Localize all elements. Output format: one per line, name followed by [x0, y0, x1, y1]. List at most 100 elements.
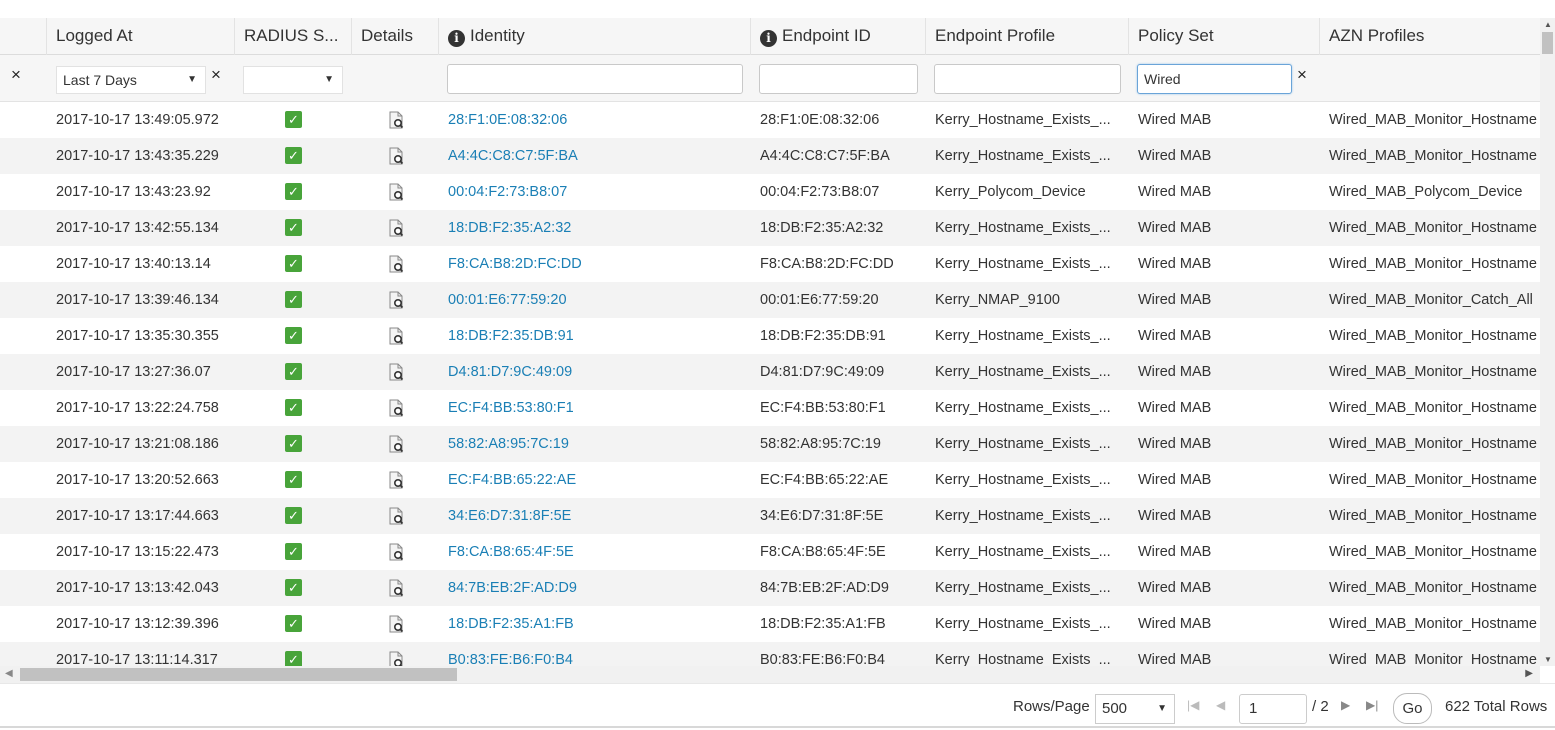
rows-per-page-select[interactable]: 500 ▼ [1095, 694, 1175, 724]
policy-set-filter-input[interactable]: Wired [1137, 64, 1292, 94]
identity-filter-input[interactable] [447, 64, 743, 94]
endpoint-profile-filter-input[interactable] [934, 64, 1121, 94]
cell-endpoint-profile: Kerry_Polycom_Device [935, 184, 1086, 200]
cell-endpoint-profile: Kerry_Hostname_Exists_... [935, 328, 1111, 344]
details-icon[interactable] [388, 579, 404, 597]
table-row[interactable]: 2017-10-17 13:20:52.663 ✓ EC:F4:BB:65:22:A… [0, 462, 1540, 498]
cell-identity-link[interactable]: 18:DB:F2:35:A1:FB [448, 606, 743, 642]
cell-logged-at: 2017-10-17 13:43:35.229 [56, 148, 219, 164]
table-row[interactable]: 2017-10-17 13:13:42.043 ✓ 84:7B:EB:2F:AD:D… [0, 570, 1540, 606]
last-page-icon[interactable]: ▶| [1366, 698, 1378, 712]
details-icon[interactable] [388, 147, 404, 165]
table-row[interactable]: 2017-10-17 13:11:14.317 ✓ B0:83:FE:B6:F0:B… [0, 642, 1540, 666]
cell-endpoint-profile: Kerry_Hostname_Exists_... [935, 112, 1111, 128]
cell-endpoint-id: 58:82:A8:95:7C:19 [760, 436, 881, 452]
table-header: Logged At RADIUS S... Details i Identity … [0, 18, 1540, 55]
time-range-clear-button[interactable]: × [211, 65, 221, 85]
prev-page-icon[interactable]: ◀ [1216, 698, 1225, 712]
time-range-select[interactable]: Last 7 Days ▼ [56, 66, 206, 94]
scroll-left-icon[interactable]: ◀ [5, 668, 13, 679]
cell-identity-link[interactable]: A4:4C:C8:C7:5F:BA [448, 138, 743, 174]
details-icon[interactable] [388, 507, 404, 525]
details-icon[interactable] [388, 183, 404, 201]
cell-identity-link[interactable]: B0:83:FE:B6:F0:B4 [448, 642, 743, 666]
table-row[interactable]: 2017-10-17 13:42:55.134 ✓ 18:DB:F2:35:A2:3… [0, 210, 1540, 246]
info-icon[interactable]: i [448, 30, 465, 47]
details-icon[interactable] [388, 219, 404, 237]
clear-filters-button[interactable]: × [11, 65, 21, 85]
header-radius-status[interactable]: RADIUS S... [234, 18, 351, 55]
details-icon[interactable] [388, 255, 404, 273]
cell-azn-profile: Wired_MAB_Monitor_Hostname [1329, 364, 1537, 380]
cell-identity-link[interactable]: F8:CA:B8:2D:FC:DD [448, 246, 743, 282]
header-identity-label: Identity [470, 26, 525, 45]
details-icon[interactable] [388, 363, 404, 381]
cell-identity-link[interactable]: D4:81:D7:9C:49:09 [448, 354, 743, 390]
header-policy-set[interactable]: Policy Set [1128, 18, 1319, 55]
details-icon[interactable] [388, 399, 404, 417]
cell-identity-link[interactable]: 00:01:E6:77:59:20 [448, 282, 743, 318]
table-row[interactable]: 2017-10-17 13:40:13.14 ✓ F8:CA:B8:2D:FC:DD… [0, 246, 1540, 282]
table-row[interactable]: 2017-10-17 13:15:22.473 ✓ F8:CA:B8:65:4F:5… [0, 534, 1540, 570]
go-button[interactable]: Go [1393, 693, 1432, 724]
details-icon[interactable] [388, 291, 404, 309]
header-endpoint-id[interactable]: i Endpoint ID [750, 18, 925, 55]
table-row[interactable]: 2017-10-17 13:21:08.186 ✓ 58:82:A8:95:7C:1… [0, 426, 1540, 462]
cell-policy-set: Wired MAB [1138, 400, 1212, 416]
details-icon[interactable] [388, 471, 404, 489]
details-icon[interactable] [388, 111, 404, 129]
header-identity[interactable]: i Identity [438, 18, 750, 55]
table-row[interactable]: 2017-10-17 13:43:35.229 ✓ A4:4C:C8:C7:5F:B… [0, 138, 1540, 174]
cell-azn-profile: Wired_MAB_Monitor_Hostname [1329, 544, 1537, 560]
cell-policy-set: Wired MAB [1138, 112, 1212, 128]
cell-identity-link[interactable]: EC:F4:BB:53:80:F1 [448, 390, 743, 426]
first-page-icon[interactable]: |◀ [1187, 698, 1199, 712]
table-row[interactable]: 2017-10-17 13:22:24.758 ✓ EC:F4:BB:53:80:F… [0, 390, 1540, 426]
details-icon[interactable] [388, 543, 404, 561]
header-endpoint-profile[interactable]: Endpoint Profile [925, 18, 1128, 55]
scroll-right-icon[interactable]: ▶ [1525, 668, 1533, 679]
horizontal-scrollbar[interactable]: ◀ ▶ [0, 666, 1540, 683]
cell-azn-profile: Wired_MAB_Monitor_Hostname [1329, 148, 1537, 164]
header-logged-at[interactable]: Logged At [46, 18, 234, 55]
details-icon[interactable] [388, 651, 404, 666]
cell-identity-link[interactable]: F8:CA:B8:65:4F:5E [448, 534, 743, 570]
table-row[interactable]: 2017-10-17 13:12:39.396 ✓ 18:DB:F2:35:A1:F… [0, 606, 1540, 642]
cell-identity-link[interactable]: EC:F4:BB:65:22:AE [448, 462, 743, 498]
scroll-down-icon[interactable]: ▼ [1544, 655, 1552, 664]
cell-logged-at: 2017-10-17 13:15:22.473 [56, 544, 219, 560]
cell-identity-link[interactable]: 18:DB:F2:35:A2:32 [448, 210, 743, 246]
next-page-icon[interactable]: ▶ [1341, 698, 1350, 712]
table-row[interactable]: 2017-10-17 13:43:23.92 ✓ 00:04:F2:73:B8:07… [0, 174, 1540, 210]
scroll-up-icon[interactable]: ▲ [1544, 20, 1552, 29]
table-row[interactable]: 2017-10-17 13:39:46.134 ✓ 00:01:E6:77:59:2… [0, 282, 1540, 318]
details-icon[interactable] [388, 435, 404, 453]
table-row[interactable]: 2017-10-17 13:27:36.07 ✓ D4:81:D7:9C:49:09… [0, 354, 1540, 390]
horizontal-scroll-thumb[interactable] [20, 668, 457, 681]
details-icon[interactable] [388, 327, 404, 345]
cell-identity-link[interactable]: 34:E6:D7:31:8F:5E [448, 498, 743, 534]
endpoint-id-filter-input[interactable] [759, 64, 918, 94]
policy-set-clear-button[interactable]: × [1297, 65, 1307, 85]
cell-azn-profile: Wired_MAB_Monitor_Hostname [1329, 436, 1537, 452]
vertical-scroll-thumb[interactable] [1542, 32, 1553, 54]
table-row[interactable]: 2017-10-17 13:49:05.972 ✓ 28:F1:0E:08:32:0… [0, 102, 1540, 138]
cell-policy-set: Wired MAB [1138, 328, 1212, 344]
cell-identity-link[interactable]: 84:7B:EB:2F:AD:D9 [448, 570, 743, 606]
cell-identity-link[interactable]: 18:DB:F2:35:DB:91 [448, 318, 743, 354]
radius-status-select[interactable]: ▼ [243, 66, 343, 94]
page-number-input[interactable]: 1 [1239, 694, 1307, 724]
details-icon[interactable] [388, 615, 404, 633]
live-logs-table: Logged At RADIUS S... Details i Identity … [0, 18, 1540, 666]
cell-identity-link[interactable]: 00:04:F2:73:B8:07 [448, 174, 743, 210]
cell-identity-link[interactable]: 28:F1:0E:08:32:06 [448, 102, 743, 138]
header-azn-profiles[interactable]: AZN Profiles [1319, 18, 1540, 55]
cell-logged-at: 2017-10-17 13:20:52.663 [56, 472, 219, 488]
cell-endpoint-profile: Kerry_Hostname_Exists_... [935, 256, 1111, 272]
table-row[interactable]: 2017-10-17 13:17:44.663 ✓ 34:E6:D7:31:8F:5… [0, 498, 1540, 534]
table-row[interactable]: 2017-10-17 13:35:30.355 ✓ 18:DB:F2:35:DB:9… [0, 318, 1540, 354]
header-details[interactable]: Details [351, 18, 438, 55]
vertical-scrollbar[interactable]: ▲ ▼ [1540, 18, 1555, 666]
info-icon[interactable]: i [760, 30, 777, 47]
cell-identity-link[interactable]: 58:82:A8:95:7C:19 [448, 426, 743, 462]
